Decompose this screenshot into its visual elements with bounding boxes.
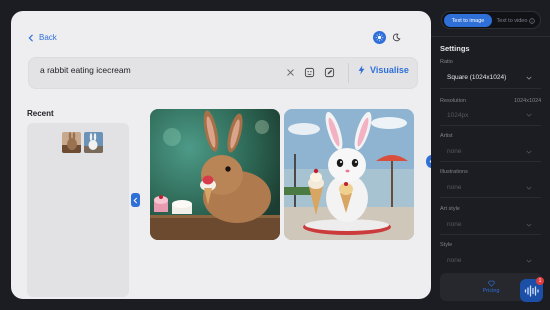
artist-label: Artist	[440, 133, 453, 139]
tab-text-to-video-label: Text to video	[496, 17, 528, 24]
ratio-select[interactable]: Square (1024x1024)	[447, 74, 506, 81]
prompt-input[interactable]: a rabbit eating icecream	[40, 65, 131, 75]
moon-icon	[392, 33, 401, 42]
recent-heading: Recent	[27, 109, 54, 118]
waveform-icon	[524, 284, 539, 297]
prompt-divider	[348, 63, 349, 83]
chevron-down-icon	[526, 223, 532, 227]
collapse-recent-button[interactable]	[131, 193, 140, 207]
sidebar-divider	[431, 36, 550, 37]
diamond-icon	[487, 280, 495, 287]
clear-button[interactable]	[284, 66, 297, 79]
style-select[interactable]: none	[447, 257, 461, 264]
field-separator	[440, 197, 541, 198]
sun-icon	[375, 33, 384, 42]
generated-image[interactable]	[150, 109, 280, 240]
sticker-button[interactable]	[303, 66, 316, 79]
chevron-down-icon	[526, 150, 532, 154]
edit-button[interactable]	[323, 66, 336, 79]
lightning-icon	[358, 65, 365, 75]
mode-tabs: Text to image Text to video	[441, 11, 541, 29]
generated-image[interactable]	[284, 109, 414, 240]
sticker-icon	[304, 67, 315, 78]
white-rabbit-image	[284, 109, 414, 240]
info-icon	[529, 17, 536, 24]
edit-icon	[324, 67, 335, 78]
back-label: Back	[39, 33, 57, 42]
prompt-bar: a rabbit eating icecream Visualise	[28, 57, 418, 89]
visualise-button[interactable]: Visualise	[357, 65, 409, 75]
recent-panel	[27, 123, 129, 297]
chevron-down-icon	[526, 259, 532, 263]
back-button[interactable]: Back	[27, 33, 57, 42]
field-separator	[440, 88, 541, 89]
pricing-label: Pricing	[482, 288, 500, 294]
chevron-left-icon	[28, 34, 33, 41]
recent-thumbnail[interactable]	[62, 132, 81, 153]
theme-toggle[interactable]	[373, 31, 403, 44]
chevron-down-icon	[526, 186, 532, 190]
field-separator	[440, 234, 541, 235]
art-style-label: Art style	[440, 206, 460, 212]
settings-heading: Settings	[440, 44, 470, 53]
recent-thumbnail[interactable]	[84, 132, 103, 153]
field-separator	[440, 125, 541, 126]
field-separator	[440, 161, 541, 162]
resolution-label: Resolution	[440, 98, 466, 104]
tab-text-to-video[interactable]: Text to video	[494, 14, 538, 27]
illustrations-label: Illustrations	[440, 169, 468, 175]
chevron-left-icon	[133, 197, 138, 203]
style-label: Style	[440, 242, 453, 248]
close-icon	[287, 69, 294, 76]
settings-sidebar: Text to image Text to video Settings Rat…	[431, 0, 550, 310]
visualise-label: Visualise	[370, 65, 409, 75]
illustrations-select[interactable]: none	[447, 184, 461, 191]
ratio-label: Ratio	[440, 59, 453, 65]
notification-badge: 1	[536, 277, 544, 285]
tab-text-to-image[interactable]: Text to image	[444, 14, 492, 27]
artist-select[interactable]: none	[447, 148, 461, 155]
brown-rabbit-image	[150, 109, 280, 240]
resolution-select[interactable]: 1024px	[447, 112, 468, 119]
art-style-select[interactable]: none	[447, 221, 461, 228]
chevron-down-icon	[526, 113, 532, 117]
main-panel: Back a rabbit eating icecream Visualise …	[11, 11, 431, 299]
dark-mode-button[interactable]	[390, 31, 403, 44]
light-mode-button[interactable]	[373, 31, 386, 44]
chevron-down-icon	[526, 76, 532, 80]
resolution-size: 1024x1024	[514, 98, 542, 104]
